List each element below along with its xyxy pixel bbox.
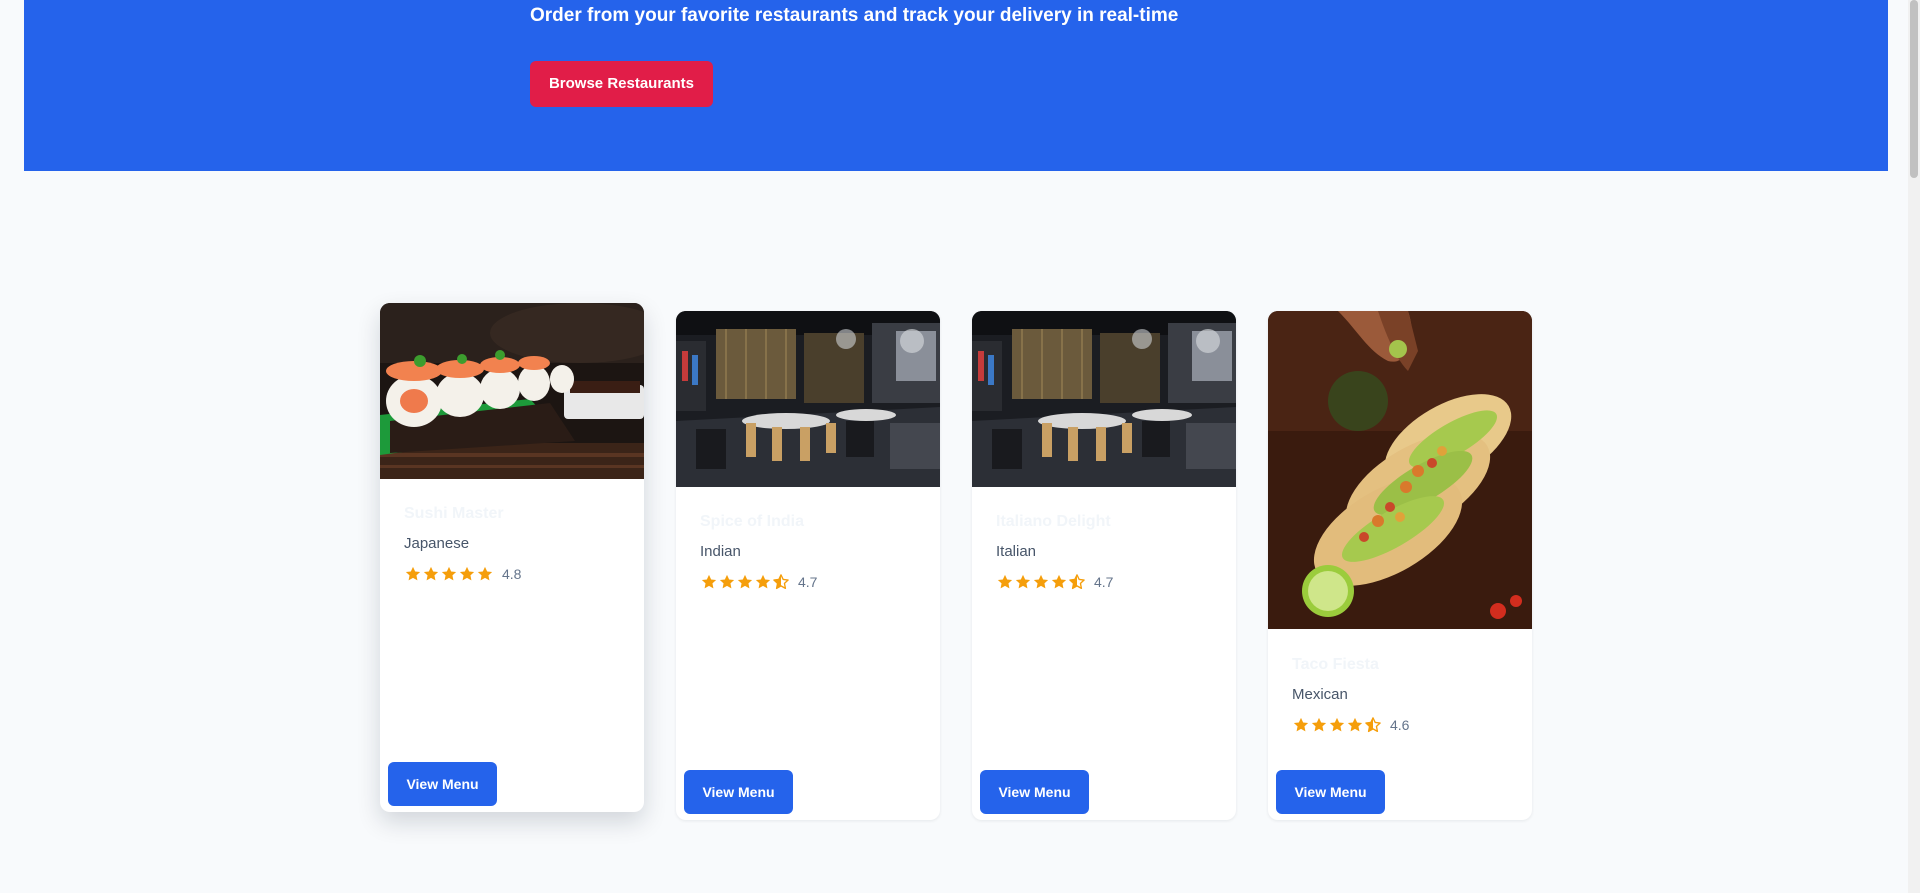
- rating: 4.7: [700, 572, 817, 592]
- hero-banner: Order from your favorite restaurants and…: [24, 0, 1888, 171]
- star-full-icon: [1014, 573, 1032, 591]
- star-full-icon: [476, 565, 494, 583]
- view-menu-button[interactable]: View Menu: [388, 762, 497, 806]
- rating-stars: [996, 573, 1086, 591]
- star-full-icon: [736, 573, 754, 591]
- star-full-icon: [1050, 573, 1068, 591]
- star-full-icon: [1310, 716, 1328, 734]
- restaurant-name: Taco Fiesta: [1292, 656, 1379, 673]
- restaurant-card-italiano-delight[interactable]: Italiano Delight Italian 4.7 View Menu: [972, 311, 1236, 820]
- rating-value: 4.7: [1094, 574, 1114, 590]
- restaurant-card-spice-of-india[interactable]: Spice of India Indian 4.7 View Menu: [676, 311, 940, 820]
- rating-stars: [404, 565, 494, 583]
- star-full-icon: [1346, 716, 1364, 734]
- star-full-icon: [754, 573, 772, 591]
- scrollbar-thumb[interactable]: [1910, 0, 1918, 178]
- rating-stars: [700, 573, 790, 591]
- hero-subtitle: Order from your favorite restaurants and…: [530, 5, 1179, 26]
- star-full-icon: [700, 573, 718, 591]
- star-full-icon: [440, 565, 458, 583]
- restaurant-cuisine: Indian: [700, 543, 741, 560]
- restaurant-card-taco-fiesta[interactable]: Taco Fiesta Mexican 4.6 View Menu: [1268, 311, 1532, 820]
- star-full-icon: [996, 573, 1014, 591]
- page: Order from your favorite restaurants and…: [0, 0, 1920, 893]
- rating-stars: [1292, 716, 1382, 734]
- rating: 4.7: [996, 572, 1113, 592]
- star-half-icon: [1364, 716, 1382, 734]
- restaurant-name: Italiano Delight: [996, 513, 1111, 530]
- star-full-icon: [458, 565, 476, 583]
- star-half-icon: [1068, 573, 1086, 591]
- star-half-icon: [772, 573, 790, 591]
- rating-value: 4.8: [502, 566, 522, 582]
- restaurant-name: Sushi Master: [404, 505, 504, 522]
- view-menu-button[interactable]: View Menu: [980, 770, 1089, 814]
- rating: 4.8: [404, 564, 521, 584]
- star-full-icon: [1328, 716, 1346, 734]
- rating: 4.6: [1292, 715, 1409, 735]
- restaurant-photo-sushi: [380, 303, 644, 479]
- restaurant-card-sushi-master[interactable]: Sushi Master Japanese 4.8 View Menu: [380, 303, 644, 812]
- rating-value: 4.7: [798, 574, 818, 590]
- restaurant-photo-interior: [676, 311, 940, 487]
- star-full-icon: [422, 565, 440, 583]
- restaurant-photo-tacos: [1268, 311, 1532, 629]
- rating-value: 4.6: [1390, 717, 1410, 733]
- scrollbar[interactable]: [1908, 0, 1920, 893]
- restaurant-name: Spice of India: [700, 513, 805, 530]
- star-full-icon: [718, 573, 736, 591]
- view-menu-button[interactable]: View Menu: [684, 770, 793, 814]
- restaurant-cuisine: Mexican: [1292, 686, 1348, 703]
- browse-restaurants-button[interactable]: Browse Restaurants: [530, 61, 713, 107]
- star-full-icon: [404, 565, 422, 583]
- view-menu-button[interactable]: View Menu: [1276, 770, 1385, 814]
- star-full-icon: [1292, 716, 1310, 734]
- restaurant-cuisine: Italian: [996, 543, 1037, 560]
- restaurant-cuisine: Japanese: [404, 535, 470, 552]
- star-full-icon: [1032, 573, 1050, 591]
- restaurant-photo-interior: [972, 311, 1236, 487]
